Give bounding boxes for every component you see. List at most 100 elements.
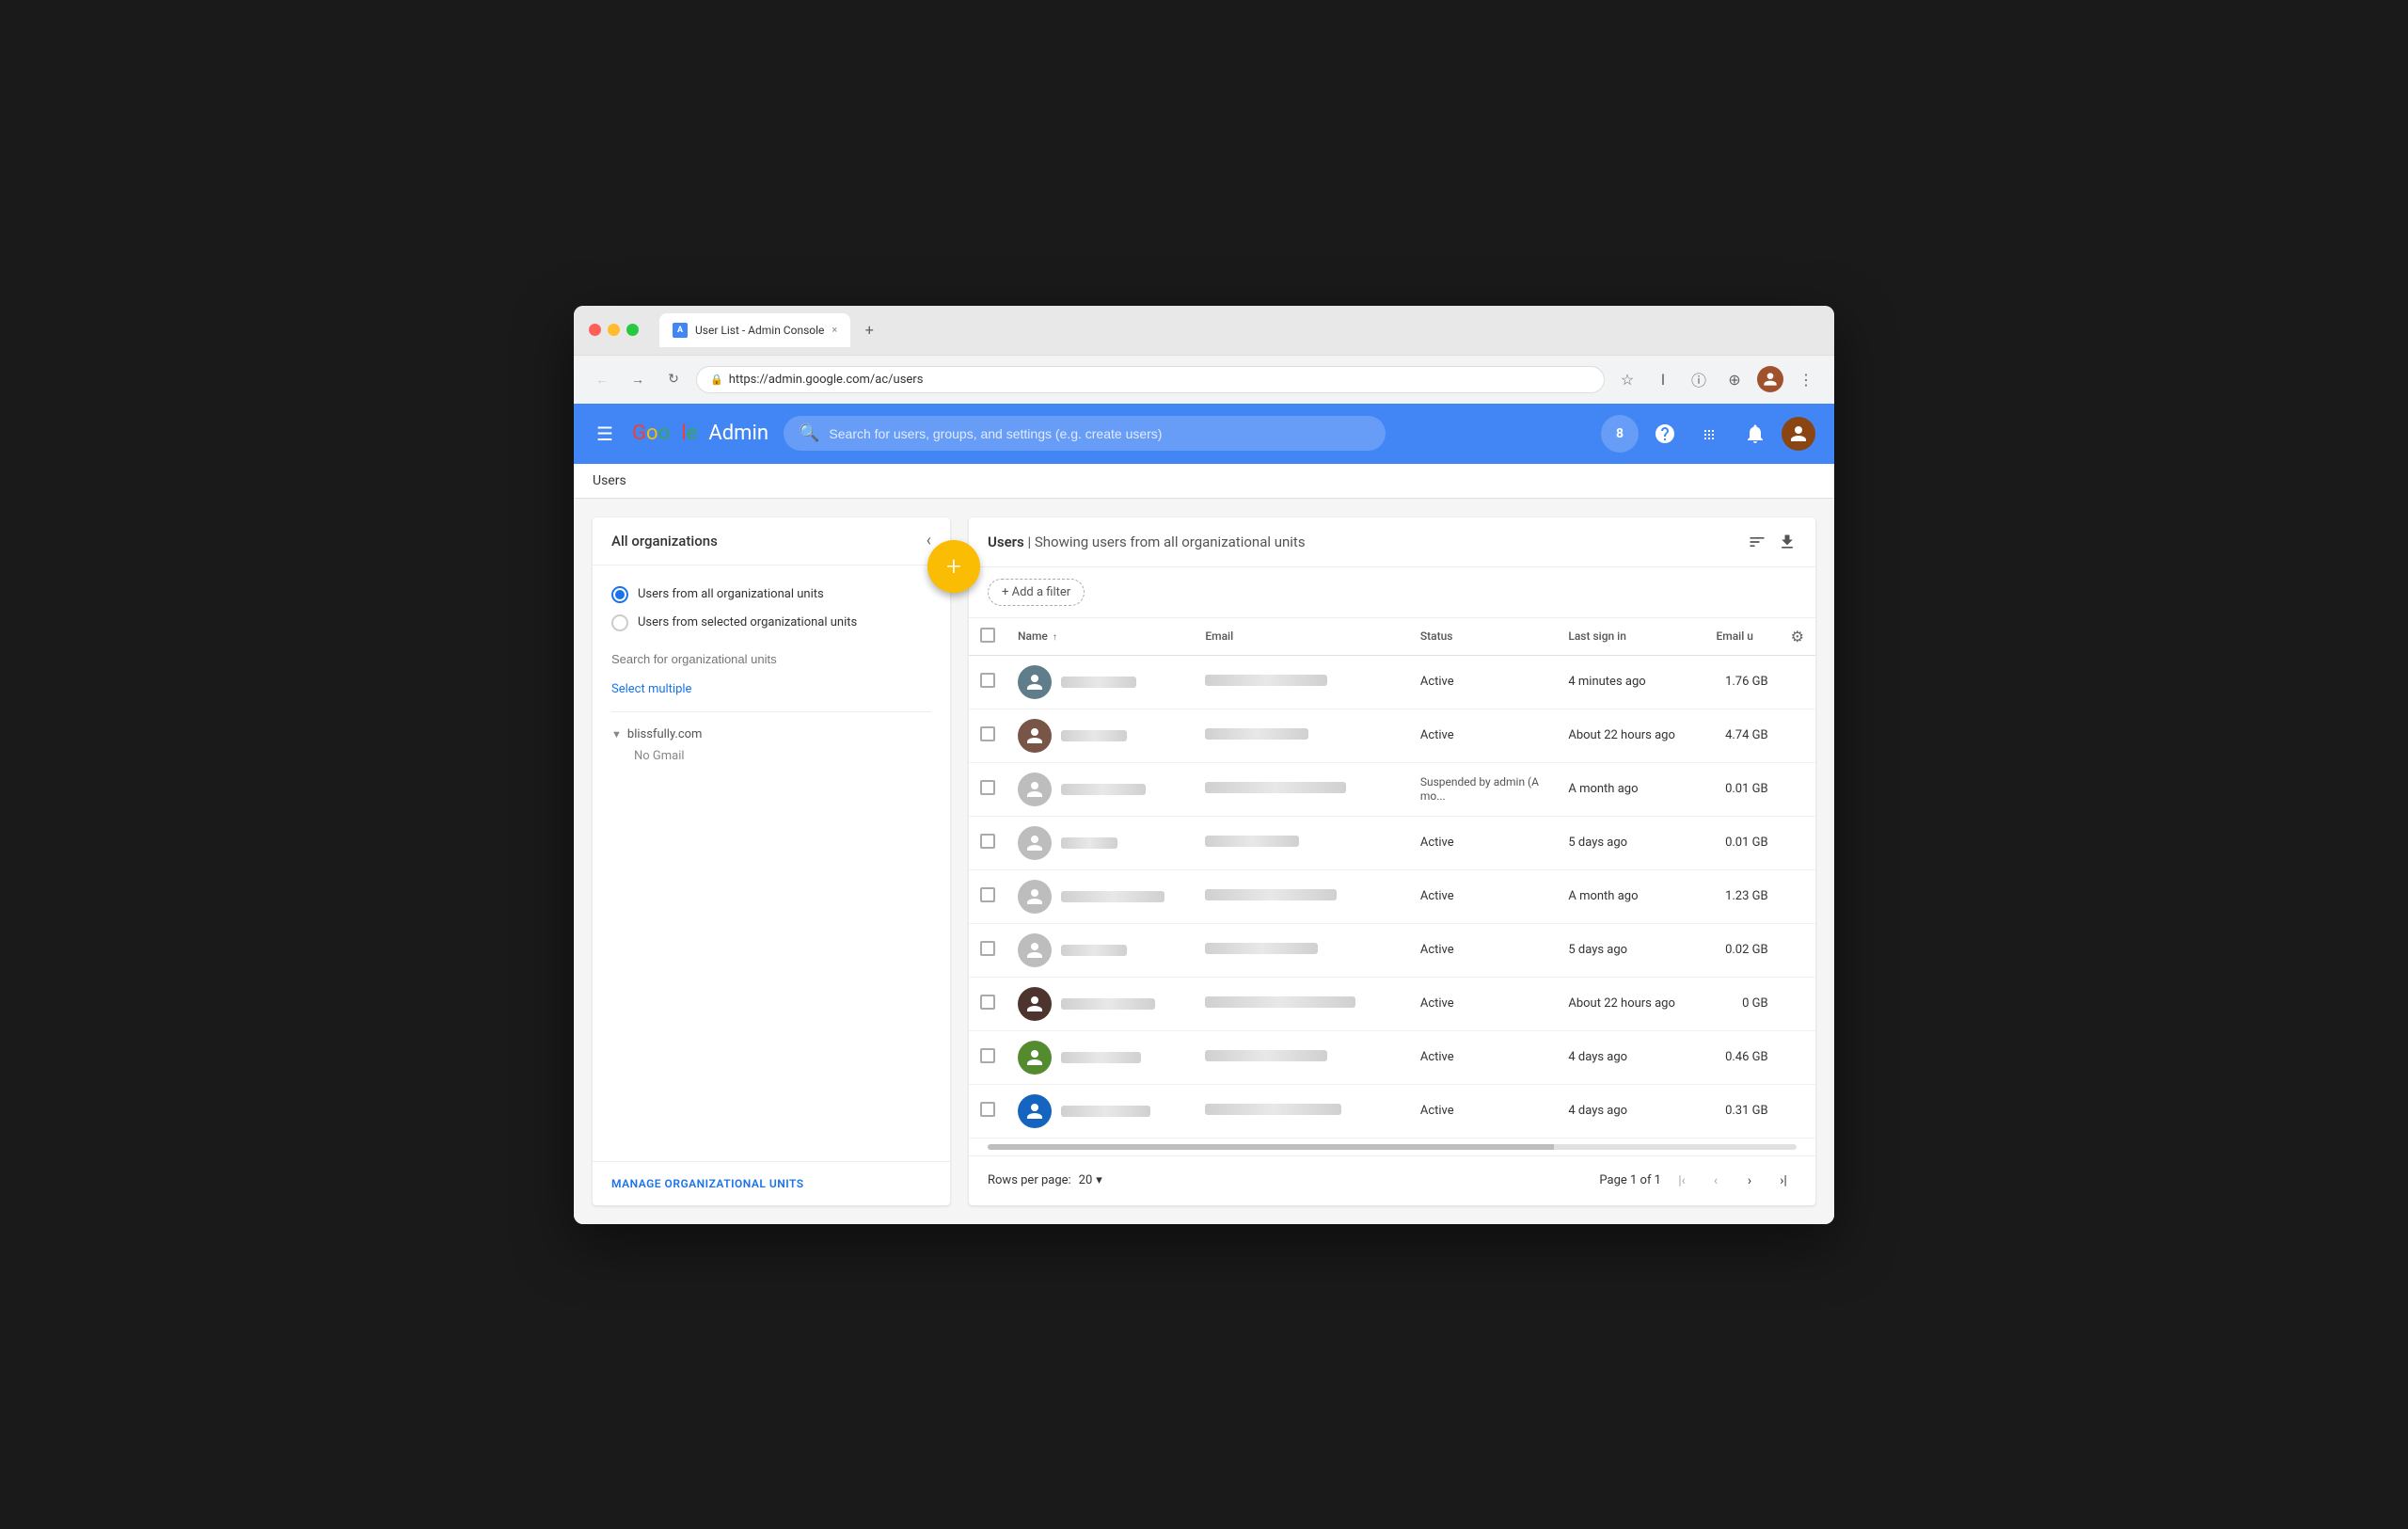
forward-button[interactable]: → — [625, 366, 651, 392]
row-checkbox[interactable] — [980, 1048, 995, 1063]
next-page-button[interactable]: › — [1736, 1168, 1763, 1194]
user-name — [1061, 1106, 1150, 1117]
select-multiple-link[interactable]: Select multiple — [593, 678, 950, 711]
panel-title-bold: Users — [988, 534, 1024, 550]
manage-org-units-button[interactable]: MANAGE ORGANIZATIONAL UNITS — [611, 1177, 931, 1190]
user-email-usage: 0.02 GB — [1725, 943, 1768, 957]
tab-close-button[interactable]: × — [832, 324, 837, 336]
breadcrumb-text: Users — [593, 473, 626, 488]
user-last-sign-in: 5 days ago — [1568, 943, 1627, 957]
url-bar[interactable]: 🔒 https://admin.google.com/ac/users — [696, 366, 1605, 393]
panel-title: Users | Showing users from all organizat… — [988, 534, 1306, 550]
radio-all-orgs[interactable]: Users from all organizational units — [611, 581, 931, 609]
row-checkbox[interactable] — [980, 726, 995, 741]
user-email-usage: 0.01 GB — [1725, 782, 1768, 796]
column-config-icon[interactable]: ⚙ — [1791, 628, 1804, 645]
user-avatar-placeholder — [1018, 772, 1052, 806]
browser-profile-icon[interactable] — [1757, 366, 1783, 392]
rows-per-page: Rows per page: 20 ▾ — [988, 1173, 1102, 1187]
url-text: https://admin.google.com/ac/users — [729, 373, 924, 387]
user-avatar-photo — [1018, 987, 1052, 1021]
user-avatar-placeholder — [1018, 826, 1052, 860]
admin-search-bar[interactable]: 🔍 — [784, 416, 1386, 451]
search-input[interactable] — [829, 426, 1370, 441]
extension-icon-1[interactable]: Ⅰ — [1650, 366, 1676, 392]
search-org-input[interactable] — [611, 652, 931, 666]
back-button[interactable]: ← — [589, 366, 615, 392]
user-last-sign-in: 4 minutes ago — [1568, 675, 1645, 689]
column-settings-icon[interactable] — [1748, 533, 1766, 551]
user-avatar-placeholder — [1018, 880, 1052, 914]
table-row: Suspended by admin (A mo... A month ago 0.… — [969, 762, 1815, 816]
download-icon[interactable] — [1778, 533, 1797, 551]
help-button[interactable] — [1646, 415, 1684, 453]
browser-window: A User List - Admin Console × + ← → ↻ 🔒 … — [574, 306, 1834, 1224]
user-email — [1205, 728, 1308, 740]
sidebar-collapse-button[interactable]: ‹ — [927, 533, 931, 549]
sidebar-footer: MANAGE ORGANIZATIONAL UNITS — [593, 1161, 950, 1205]
select-all-checkbox[interactable] — [980, 628, 995, 643]
row-checkbox[interactable] — [980, 834, 995, 849]
notifications-button[interactable] — [1736, 415, 1774, 453]
user-last-sign-in: A month ago — [1568, 782, 1638, 796]
users-table-body: Active4 minutes ago1.76 GB ActiveAbout 2… — [969, 655, 1815, 1138]
close-dot[interactable] — [589, 324, 601, 336]
bookmark-button[interactable]: ☆ — [1614, 366, 1640, 392]
user-email — [1205, 889, 1337, 900]
extension-icon-3[interactable]: ⊕ — [1721, 366, 1748, 392]
user-avatar-photo — [1018, 719, 1052, 753]
row-checkbox[interactable] — [980, 780, 995, 795]
user-status: Active — [1420, 1104, 1454, 1118]
header-emailsize-col: Email u — [1704, 618, 1779, 656]
hamburger-menu[interactable]: ☰ — [593, 419, 617, 449]
search-org-units[interactable] — [593, 652, 950, 678]
user-name-cell — [1018, 719, 1182, 753]
active-tab[interactable]: A User List - Admin Console × — [659, 313, 850, 347]
col-lastsign-label: Last sign in — [1568, 629, 1626, 643]
user-name — [1061, 677, 1136, 688]
user-last-sign-in: 5 days ago — [1568, 836, 1627, 850]
org-arrow-icon: ▼ — [611, 728, 622, 741]
header-status-col: Status — [1409, 618, 1558, 656]
col-name-label: Name — [1018, 629, 1048, 643]
add-filter-button[interactable]: + Add a filter — [988, 579, 1085, 606]
support-number-button[interactable]: 8 — [1601, 415, 1639, 453]
new-tab-button[interactable]: + — [858, 319, 880, 342]
minimize-dot[interactable] — [608, 324, 620, 336]
add-user-fab[interactable]: + — [927, 540, 980, 593]
horizontal-scrollbar[interactable] — [988, 1144, 1797, 1150]
row-checkbox[interactable] — [980, 673, 995, 688]
user-last-sign-in: 4 days ago — [1568, 1050, 1627, 1064]
first-page-button[interactable]: |‹ — [1669, 1168, 1695, 1194]
refresh-button[interactable]: ↻ — [660, 366, 687, 392]
page-info: Page 1 of 1 — [1599, 1173, 1661, 1187]
user-status: Suspended by admin (A mo... — [1420, 775, 1539, 803]
org-item-blissfully[interactable]: ▼ blissfully.com — [611, 724, 931, 745]
user-email-usage: 0 GB — [1742, 996, 1768, 1011]
row-checkbox[interactable] — [980, 887, 995, 902]
extension-icon-2[interactable]: ⓘ — [1686, 366, 1712, 392]
row-checkbox[interactable] — [980, 1102, 995, 1117]
user-avatar-photo — [1018, 1041, 1052, 1075]
last-page-button[interactable]: ›| — [1770, 1168, 1797, 1194]
row-checkbox[interactable] — [980, 995, 995, 1010]
user-profile-avatar[interactable] — [1782, 417, 1815, 451]
user-name — [1061, 891, 1164, 902]
user-status: Active — [1420, 1050, 1454, 1064]
prev-page-button[interactable]: ‹ — [1703, 1168, 1729, 1194]
browser-menu-button[interactable]: ⋮ — [1793, 366, 1819, 392]
radio-all-orgs-circle — [611, 586, 628, 603]
apps-grid-button[interactable] — [1691, 415, 1729, 453]
table-row: Active5 days ago0.01 GB — [969, 816, 1815, 869]
user-name-cell — [1018, 1041, 1182, 1075]
header-name-col[interactable]: Name ↑ — [1006, 618, 1194, 656]
user-name-cell — [1018, 772, 1182, 806]
sidebar-header: All organizations ‹ — [593, 518, 950, 565]
col-email-label: Email — [1205, 629, 1233, 643]
rows-per-page-select[interactable]: 20 ▾ — [1079, 1173, 1102, 1187]
row-checkbox[interactable] — [980, 941, 995, 956]
browser-toolbar-icons: ☆ Ⅰ ⓘ ⊕ ⋮ — [1614, 366, 1819, 392]
radio-selected-orgs[interactable]: Users from selected organizational units — [611, 609, 931, 637]
maximize-dot[interactable] — [626, 324, 639, 336]
tab-title: User List - Admin Console — [695, 324, 824, 337]
